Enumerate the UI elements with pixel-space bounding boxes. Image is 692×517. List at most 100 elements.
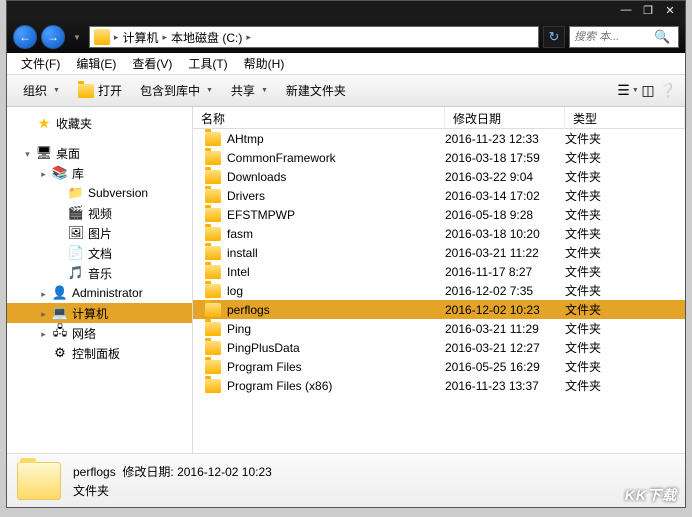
file-name: Intel [227, 265, 250, 279]
tree-item-计算机[interactable]: ▸💻计算机 [7, 303, 192, 323]
breadcrumb-computer[interactable]: 计算机 [122, 29, 158, 46]
tree-item-库[interactable]: ▸📚库 [7, 163, 192, 183]
tree-item-文档[interactable]: 📄文档 [7, 243, 192, 263]
history-dropdown-icon[interactable]: ▼ [73, 33, 81, 42]
file-date: 2016-11-23 12:33 [445, 132, 565, 146]
file-row[interactable]: log2016-12-02 7:35文件夹 [193, 281, 685, 300]
file-type: 文件夹 [565, 263, 681, 280]
file-row[interactable]: Ping2016-03-21 11:29文件夹 [193, 319, 685, 338]
file-name: log [227, 284, 243, 298]
file-row[interactable]: PingPlusData2016-03-21 12:27文件夹 [193, 338, 685, 357]
tree-item-网络[interactable]: ▸🖧网络 [7, 323, 192, 343]
folder-icon [205, 322, 221, 336]
file-row[interactable]: install2016-03-21 11:22文件夹 [193, 243, 685, 262]
search-icon[interactable]: 🔍 [654, 29, 670, 45]
column-header-name[interactable]: 名称 [193, 107, 445, 128]
menubar: 文件(F)编辑(E)查看(V)工具(T)帮助(H) [7, 53, 685, 75]
minimize-button[interactable]: — [617, 4, 635, 18]
folder-icon [205, 151, 221, 165]
details-pane: perflogs 修改日期: 2016-12-02 10:23 文件夹 KK下载 [7, 453, 685, 507]
file-row[interactable]: Program Files2016-05-25 16:29文件夹 [193, 357, 685, 376]
expand-icon[interactable]: ▸ [39, 309, 48, 318]
tree-label: Administrator [72, 286, 143, 300]
file-row[interactable]: Drivers2016-03-14 17:02文件夹 [193, 186, 685, 205]
tree-item-Subversion[interactable]: 📁Subversion [7, 183, 192, 203]
tree-label: 图片 [88, 225, 112, 242]
breadcrumb[interactable]: ▸ 计算机 ▸ 本地磁盘 (C:) ▸ [89, 26, 539, 48]
file-name: Downloads [227, 170, 286, 184]
file-row[interactable]: EFSTMPWP2016-05-18 9:28文件夹 [193, 205, 685, 224]
tree-item-桌面[interactable]: ▾🖥桌面 [7, 143, 192, 163]
organize-button[interactable]: 组织▼ [15, 78, 68, 103]
help-button[interactable]: ❔ [659, 82, 677, 100]
titlebar: — ❐ ✕ [7, 1, 685, 21]
menu-item-0[interactable]: 文件(F) [13, 53, 68, 74]
date-label: 修改日期: [122, 465, 173, 479]
expand-icon[interactable]: ▸ [39, 329, 48, 338]
tree-item-音乐[interactable]: 🎵音乐 [7, 263, 192, 283]
file-row[interactable]: CommonFramework2016-03-18 17:59文件夹 [193, 148, 685, 167]
include-library-button[interactable]: 包含到库中▼ [132, 78, 221, 103]
forward-button[interactable]: → [41, 25, 65, 49]
folder-icon [205, 246, 221, 260]
column-headers: 名称 修改日期 类型 [193, 107, 685, 129]
folder-icon [205, 227, 221, 241]
expand-icon[interactable]: ▾ [23, 149, 32, 158]
folder-icon [205, 341, 221, 355]
lib-icon: 📚 [52, 165, 68, 181]
share-button[interactable]: 共享▼ [223, 78, 276, 103]
file-row[interactable]: AHtmp2016-11-23 12:33文件夹 [193, 129, 685, 148]
file-type: 文件夹 [565, 206, 681, 223]
file-row[interactable]: Program Files (x86)2016-11-23 13:37文件夹 [193, 376, 685, 395]
tree-item-图片[interactable]: 🖼图片 [7, 223, 192, 243]
file-date: 2016-03-14 17:02 [445, 189, 565, 203]
file-date: 2016-12-02 7:35 [445, 284, 565, 298]
file-row[interactable]: perflogs2016-12-02 10:23文件夹 [193, 300, 685, 319]
file-list[interactable]: AHtmp2016-11-23 12:33文件夹CommonFramework2… [193, 129, 685, 453]
view-mode-button[interactable]: ☰▼ [619, 82, 637, 100]
tree-item-Administrator[interactable]: ▸👤Administrator [7, 283, 192, 303]
chevron-down-icon: ▼ [206, 87, 213, 94]
breadcrumb-drive[interactable]: 本地磁盘 (C:) [171, 29, 242, 46]
close-button[interactable]: ✕ [661, 4, 679, 18]
tree-label: 视频 [88, 205, 112, 222]
file-row[interactable]: fasm2016-03-18 10:20文件夹 [193, 224, 685, 243]
maximize-button[interactable]: ❐ [639, 4, 657, 18]
tree-item-收藏夹[interactable]: ★收藏夹 [7, 113, 192, 133]
refresh-button[interactable]: ↻ [543, 26, 565, 48]
expand-icon[interactable]: ▸ [39, 289, 48, 298]
preview-pane-button[interactable]: ◫ [639, 82, 657, 100]
open-button[interactable]: 打开 [70, 78, 130, 103]
new-folder-button[interactable]: 新建文件夹 [278, 78, 354, 103]
file-row[interactable]: Downloads2016-03-22 9:04文件夹 [193, 167, 685, 186]
tree-item-视频[interactable]: 🎬视频 [7, 203, 192, 223]
menu-item-3[interactable]: 工具(T) [180, 53, 235, 74]
expand-icon [55, 249, 64, 258]
file-type: 文件夹 [565, 168, 681, 185]
net-icon: 🖧 [52, 325, 68, 341]
expand-icon [23, 119, 32, 128]
chevron-right-icon: ▸ [114, 32, 119, 43]
file-row[interactable]: Intel2016-11-17 8:27文件夹 [193, 262, 685, 281]
menu-item-4[interactable]: 帮助(H) [236, 53, 293, 74]
expand-icon[interactable]: ▸ [39, 169, 48, 178]
search-input[interactable] [574, 31, 654, 43]
menu-item-2[interactable]: 查看(V) [124, 53, 180, 74]
sidebar-tree[interactable]: ★收藏夹▾🖥桌面▸📚库📁Subversion🎬视频🖼图片📄文档🎵音乐▸👤Admi… [7, 107, 193, 453]
file-date: 2016-12-02 10:23 [445, 303, 565, 317]
chevron-down-icon: ▼ [261, 87, 268, 94]
column-header-date[interactable]: 修改日期 [445, 107, 565, 128]
menu-item-1[interactable]: 编辑(E) [68, 53, 124, 74]
file-date: 2016-03-21 11:22 [445, 246, 565, 260]
folder-icon [205, 170, 221, 184]
folder-icon [205, 303, 221, 317]
column-header-type[interactable]: 类型 [565, 107, 685, 128]
file-name: PingPlusData [227, 341, 300, 355]
folder-icon [205, 189, 221, 203]
watermark: KK下载 [625, 485, 677, 505]
back-button[interactable]: ← [13, 25, 37, 49]
tree-item-控制面板[interactable]: ⚙控制面板 [7, 343, 192, 363]
file-type: 文件夹 [565, 130, 681, 147]
file-type: 文件夹 [565, 377, 681, 394]
search-box[interactable]: 🔍 [569, 26, 679, 48]
